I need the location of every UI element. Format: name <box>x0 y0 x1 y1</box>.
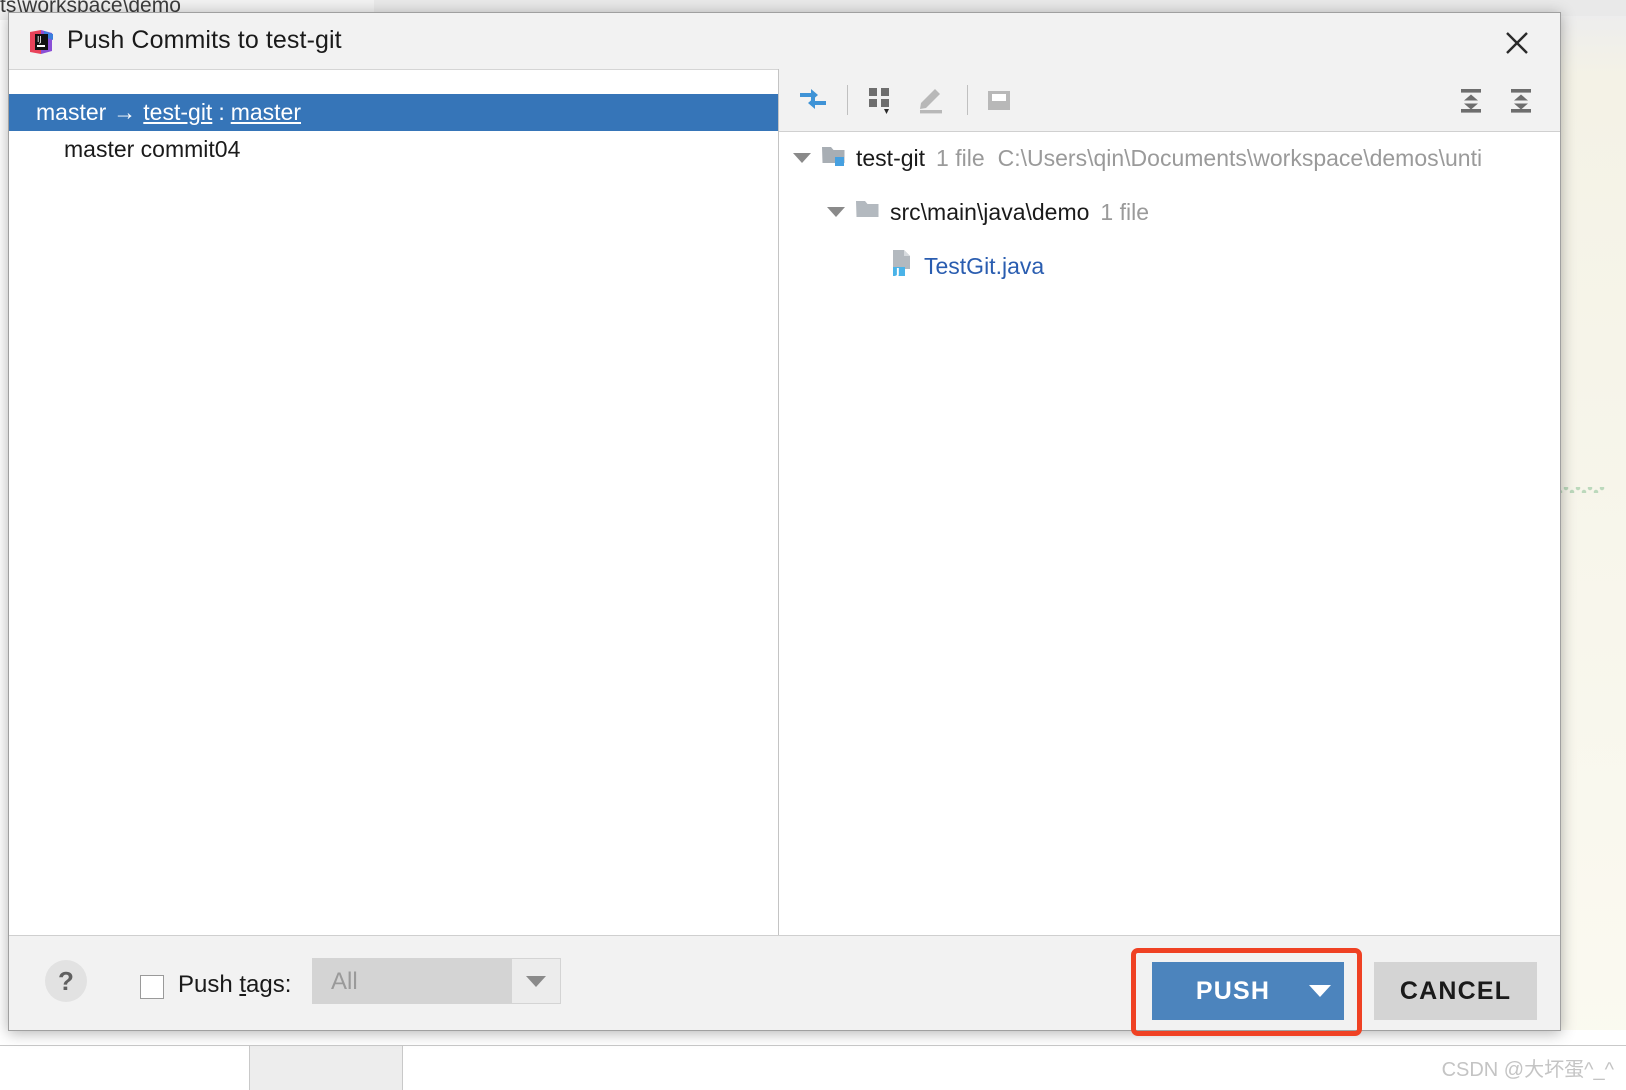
branch-separator: : <box>218 99 225 125</box>
source-branch-label: master <box>36 99 107 125</box>
tree-row[interactable]: J TestGit.java <box>889 246 1044 286</box>
cancel-button[interactable]: CANCEL <box>1374 962 1537 1020</box>
repository-folder-icon <box>821 143 847 173</box>
push-tags-label-prefix: Push <box>178 971 240 998</box>
chevron-down-icon[interactable] <box>827 207 845 217</box>
intellij-idea-icon: IJ <box>27 28 55 56</box>
tree-row[interactable]: src\main\java\demo 1 file <box>827 192 1149 232</box>
folder-name: src\main\java\demo <box>890 198 1090 225</box>
commit-list-top-border <box>9 69 778 70</box>
background-bottom-tab <box>249 1046 403 1090</box>
dialog-footer: ? Push tags: All PUSH CANCEL <box>9 935 1560 1036</box>
group-by-grid-icon[interactable] <box>859 79 903 121</box>
target-branch-link[interactable]: master <box>231 99 301 126</box>
push-tags-label: Push tags: <box>178 971 291 999</box>
java-file-icon: J <box>889 249 915 283</box>
push-button[interactable]: PUSH <box>1152 962 1344 1020</box>
remote-name-link[interactable]: test-git <box>143 99 212 126</box>
push-tags-checkbox[interactable] <box>140 975 164 999</box>
file-name[interactable]: TestGit.java <box>924 253 1044 280</box>
tree-toolbar <box>779 69 1560 132</box>
horizontal-scrollbar-track[interactable] <box>787 920 1552 934</box>
toolbar-separator <box>967 85 968 115</box>
folder-icon <box>855 197 881 227</box>
chevron-down-icon[interactable] <box>793 153 811 163</box>
svg-text:IJ: IJ <box>37 35 42 44</box>
watermark: CSDN @大坏蛋^_^ <box>1441 1059 1614 1081</box>
commit-list-panel: master → test-git : master master commit… <box>9 69 779 937</box>
diff-arrows-icon[interactable] <box>791 79 835 121</box>
push-commits-dialog: IJ Push Commits to test-git master → tes… <box>8 12 1561 1036</box>
folder-file-count: 1 file <box>1100 198 1150 225</box>
commit-message-label: master commit04 <box>64 136 241 162</box>
help-button[interactable]: ? <box>45 960 87 1002</box>
push-tags-select[interactable]: All <box>312 958 561 1004</box>
toolbar-separator <box>847 85 848 115</box>
expand-all-icon[interactable] <box>1449 79 1493 121</box>
tree-row[interactable]: test-git 1 file C:\Users\qin\Documents\w… <box>793 138 1482 178</box>
arrow-right-icon: → <box>113 99 137 125</box>
push-tags-label-suffix: ags: <box>246 971 292 998</box>
dialog-body: master → test-git : master master commit… <box>9 69 1560 937</box>
repository-file-count: 1 file <box>936 144 985 171</box>
repository-name: test-git <box>856 144 926 171</box>
push-button-dropdown-icon[interactable] <box>1297 985 1343 997</box>
background-bottom-panel <box>0 1030 1626 1090</box>
push-tags-select-value: All <box>331 968 358 995</box>
dialog-title: Push Commits to test-git <box>67 26 342 54</box>
commit-branch-row[interactable]: master → test-git : master <box>9 94 778 131</box>
svg-text:J: J <box>895 267 900 277</box>
repository-path: C:\Users\qin\Documents\workspace\demos\u… <box>997 144 1483 171</box>
pencil-edit-icon[interactable] <box>909 79 953 121</box>
background-bottom-divider <box>0 1045 1626 1046</box>
changed-files-panel: test-git 1 file C:\Users\qin\Documents\w… <box>779 69 1560 937</box>
push-button-label: PUSH <box>1195 976 1271 1005</box>
chevron-down-icon[interactable] <box>512 959 560 1003</box>
changed-files-tree: test-git 1 file C:\Users\qin\Documents\w… <box>779 132 1560 937</box>
dialog-titlebar: IJ Push Commits to test-git <box>9 13 1560 69</box>
preview-panel-icon[interactable] <box>977 79 1021 121</box>
close-icon[interactable] <box>1488 21 1546 63</box>
commit-message-row[interactable]: master commit04 <box>9 131 778 168</box>
collapse-all-icon[interactable] <box>1499 79 1543 121</box>
